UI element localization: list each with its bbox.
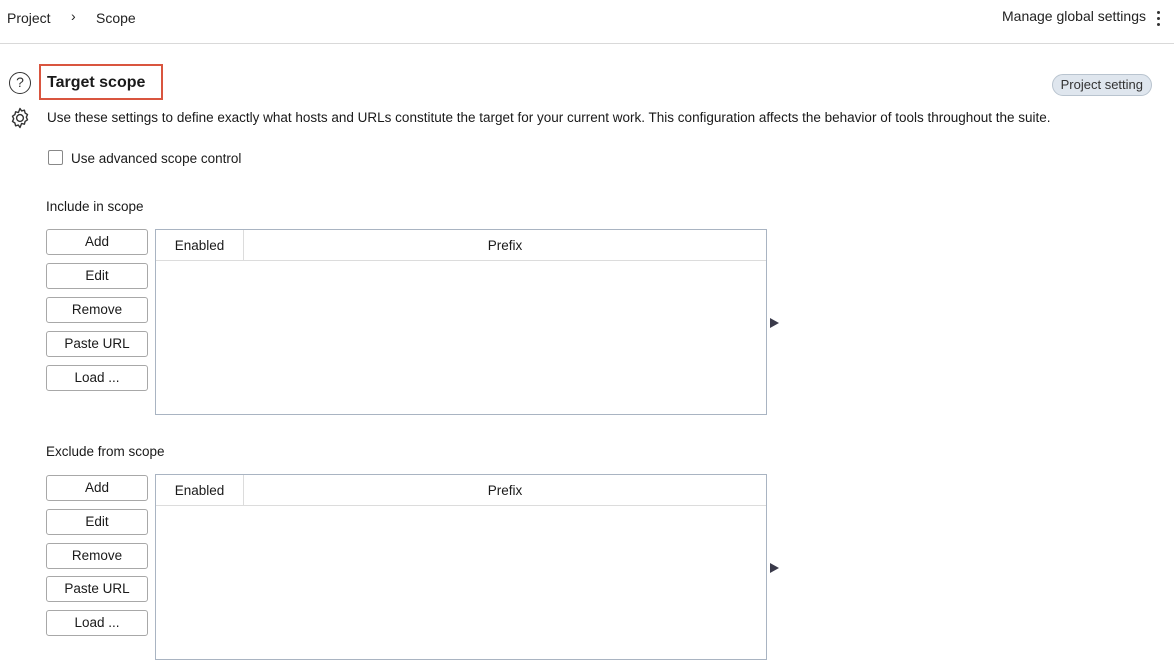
include-add-button[interactable]: Add <box>46 229 148 255</box>
include-edit-button[interactable]: Edit <box>46 263 148 289</box>
include-load-button[interactable]: Load ... <box>46 365 148 391</box>
include-scope-table[interactable]: Enabled Prefix <box>155 229 767 415</box>
breadcrumb-project[interactable]: Project <box>7 10 51 26</box>
exclude-expand-arrow-icon[interactable] <box>770 563 779 573</box>
include-table-body[interactable] <box>156 262 766 414</box>
exclude-column-enabled[interactable]: Enabled <box>156 475 244 506</box>
exclude-edit-button[interactable]: Edit <box>46 509 148 535</box>
gear-icon[interactable] <box>8 106 32 130</box>
include-column-enabled[interactable]: Enabled <box>156 230 244 261</box>
include-table-header: Enabled Prefix <box>156 230 766 261</box>
section-description: Use these settings to define exactly wha… <box>47 110 1051 125</box>
exclude-paste-url-button[interactable]: Paste URL <box>46 576 148 602</box>
top-bar: Project › Scope Manage global settings <box>0 0 1174 44</box>
exclude-scope-table[interactable]: Enabled Prefix <box>155 474 767 660</box>
include-column-prefix[interactable]: Prefix <box>244 230 766 261</box>
project-setting-badge: Project setting <box>1051 74 1152 96</box>
help-icon[interactable]: ? <box>9 72 31 94</box>
section-title: Target scope <box>47 74 146 91</box>
include-expand-arrow-icon[interactable] <box>770 318 779 328</box>
advanced-scope-checkbox[interactable] <box>48 150 63 165</box>
include-remove-button[interactable]: Remove <box>46 297 148 323</box>
include-paste-url-button[interactable]: Paste URL <box>46 331 148 357</box>
exclude-column-prefix[interactable]: Prefix <box>244 475 766 506</box>
exclude-scope-label: Exclude from scope <box>46 444 165 459</box>
exclude-table-body[interactable] <box>156 507 766 659</box>
breadcrumb-scope[interactable]: Scope <box>96 10 136 26</box>
breadcrumb-chevron-icon: › <box>71 8 76 24</box>
include-scope-label: Include in scope <box>46 199 144 214</box>
kebab-icon[interactable] <box>1155 8 1161 28</box>
exclude-remove-button[interactable]: Remove <box>46 543 148 569</box>
exclude-load-button[interactable]: Load ... <box>46 610 148 636</box>
exclude-add-button[interactable]: Add <box>46 475 148 501</box>
manage-global-settings-link[interactable]: Manage global settings <box>1002 8 1146 24</box>
advanced-scope-label[interactable]: Use advanced scope control <box>71 151 241 166</box>
exclude-table-header: Enabled Prefix <box>156 475 766 506</box>
